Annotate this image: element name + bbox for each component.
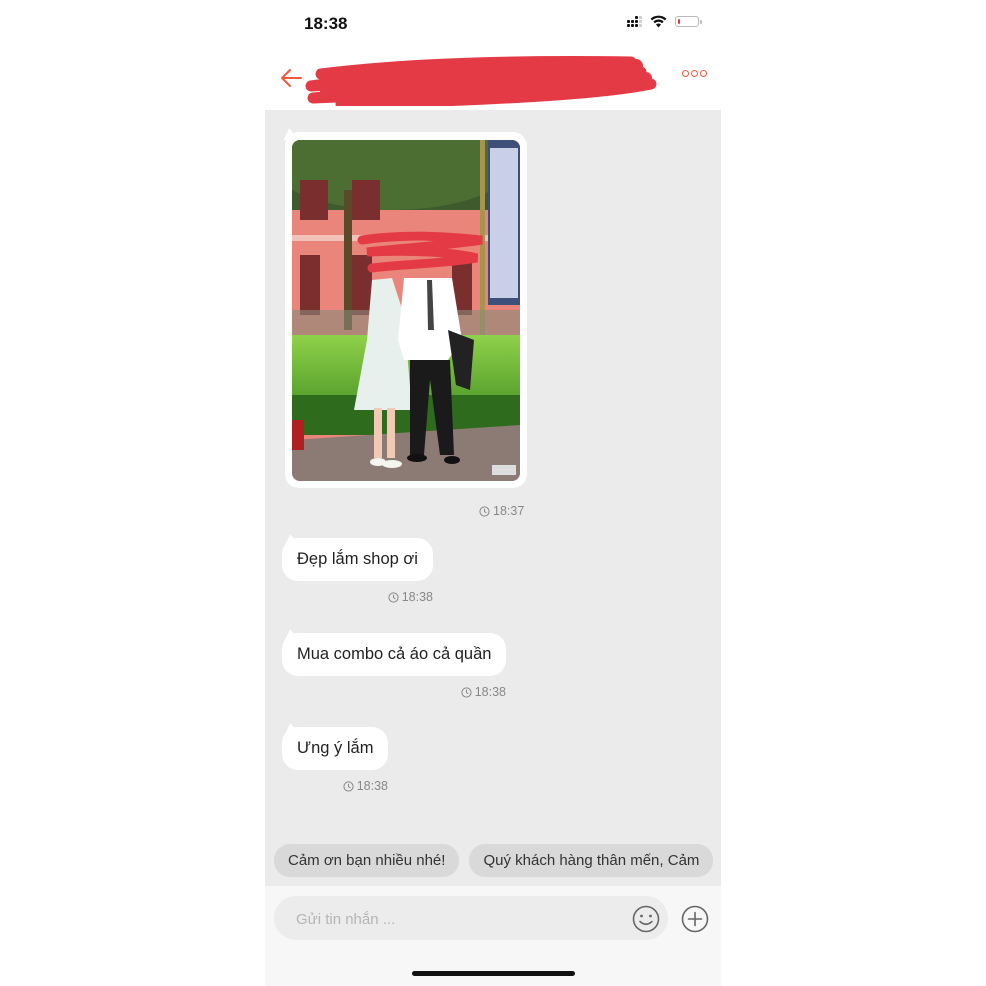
smiley-icon[interactable] (631, 904, 661, 934)
message-timestamp: 18:37 (479, 504, 524, 518)
quick-replies: Cảm ơn bạn nhiều nhé! Quý khách hàng thâ… (274, 844, 714, 877)
timestamp-text: 18:38 (401, 590, 433, 604)
quick-reply-chip[interactable]: Cảm ơn bạn nhiều nhé! (274, 844, 460, 877)
clock-icon (479, 505, 490, 517)
message-timestamp: 18:38 (282, 590, 433, 604)
text-message[interactable]: Đẹp lắm shop ơi 18:38 (282, 538, 433, 604)
status-time: 18:38 (304, 14, 348, 33)
home-indicator (412, 971, 575, 976)
timestamp-text: 18:38 (474, 685, 506, 699)
message-photo[interactable] (292, 140, 520, 481)
redaction-scribble (305, 56, 657, 106)
plus-circle-icon[interactable] (680, 904, 710, 934)
status-icons (627, 15, 702, 28)
text-message[interactable]: Ưng ý lắm 18:38 (282, 727, 389, 793)
quick-reply-chip[interactable]: Quý khách hàng thân mến, Cảm (469, 844, 714, 877)
wifi-icon (650, 15, 667, 28)
message-bubble[interactable]: Đẹp lắm shop ơi (282, 538, 433, 581)
message-timestamp: 18:38 (282, 685, 506, 699)
dot-icon (682, 70, 689, 77)
text-message[interactable]: Mua combo cả áo cả quần 18:38 (282, 633, 507, 699)
message-bubble[interactable]: Mua combo cả áo cả quần (282, 633, 507, 676)
battery-level (678, 19, 680, 24)
message-composer (265, 886, 721, 986)
clock-icon (461, 686, 472, 698)
clock-icon (388, 591, 399, 603)
chat-messages-area[interactable]: 18:37 Đẹp lắm shop ơi 18:38 Mua combo cả… (265, 110, 721, 886)
cellular-signal-icon (627, 16, 642, 27)
clock-icon (343, 780, 354, 792)
timestamp-text: 18:37 (493, 504, 525, 518)
image-message[interactable] (285, 132, 527, 488)
message-input-container[interactable] (274, 896, 668, 942)
timestamp-text: 18:38 (356, 779, 388, 793)
message-timestamp: 18:38 (282, 779, 388, 793)
dot-icon (700, 70, 707, 77)
battery-icon (675, 16, 702, 27)
status-bar: 18:38 (265, 0, 721, 48)
dot-icon (691, 70, 698, 77)
message-input[interactable] (294, 896, 618, 942)
message-bubble[interactable]: Ưng ý lắm (282, 727, 389, 770)
phone-screen: 18:38 18:37 Đẹp lắm shop ơi 18:38 Mua co… (265, 0, 721, 986)
more-options-button[interactable] (682, 70, 707, 77)
chat-header: [redacted] (265, 48, 721, 110)
